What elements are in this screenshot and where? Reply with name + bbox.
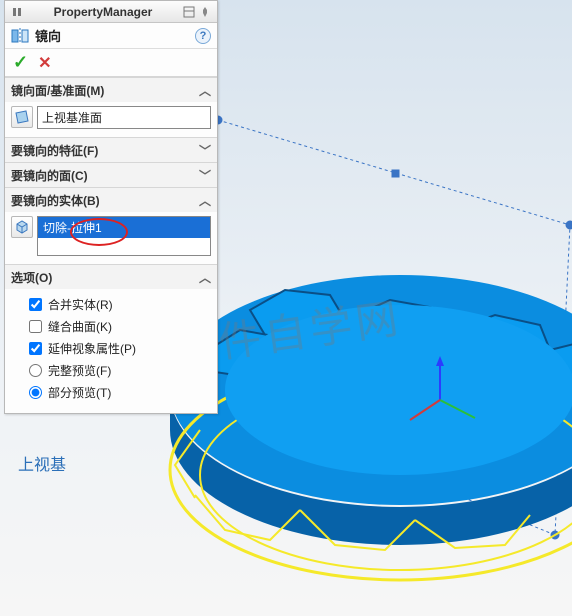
- knit-surfaces-label: 缝合曲面(K): [48, 318, 112, 335]
- extend-visual-label: 延伸视象属性(P): [48, 340, 136, 357]
- property-manager-panel: PropertyManager 镜向 ? ✓ ✕ 镜向面/基准面(M) ︿: [4, 0, 218, 414]
- chevron-up-icon: ︿: [199, 82, 211, 99]
- bodies-selected-item[interactable]: 切除-拉伸1: [38, 217, 210, 238]
- help-icon[interactable]: ?: [195, 28, 211, 44]
- section-title-mirror-plane: 镜向面/基准面(M): [11, 82, 104, 99]
- ok-button[interactable]: ✓: [13, 52, 28, 73]
- plane-icon[interactable]: [11, 106, 33, 128]
- merge-bodies-label: 合并实体(R): [48, 296, 113, 313]
- section-header-mirror-plane[interactable]: 镜向面/基准面(M) ︿: [5, 78, 217, 102]
- feature-label: 镜向: [35, 26, 61, 45]
- section-options: 选项(O) ︿ 合并实体(R) 缝合曲面(K) 延伸视象属性(P) 完整预览(F…: [5, 264, 217, 413]
- feature-title-row: 镜向 ?: [5, 23, 217, 49]
- section-header-options[interactable]: 选项(O) ︿: [5, 265, 217, 289]
- section-title-bodies: 要镜向的实体(B): [11, 192, 100, 209]
- section-faces: 要镜向的面(C) ﹀: [5, 162, 217, 187]
- confirm-row: ✓ ✕: [5, 49, 217, 77]
- section-header-faces[interactable]: 要镜向的面(C) ﹀: [5, 163, 217, 187]
- section-header-features[interactable]: 要镜向的特征(F) ﹀: [5, 138, 217, 162]
- option-merge-bodies[interactable]: 合并实体(R): [29, 293, 211, 315]
- partial-preview-radio[interactable]: [29, 386, 42, 399]
- full-preview-radio[interactable]: [29, 364, 42, 377]
- section-mirror-plane: 镜向面/基准面(M) ︿ 上视基准面: [5, 77, 217, 137]
- cancel-button[interactable]: ✕: [38, 53, 51, 73]
- option-partial-preview[interactable]: 部分预览(T): [29, 381, 211, 403]
- expand-icon[interactable]: [181, 4, 197, 20]
- plane-label-text: 上视基: [18, 456, 66, 474]
- mirror-plane-value: 上视基准面: [42, 111, 102, 125]
- merge-bodies-checkbox[interactable]: [29, 298, 42, 311]
- option-knit-surfaces[interactable]: 缝合曲面(K): [29, 315, 211, 337]
- chevron-down-icon: ﹀: [199, 167, 211, 184]
- full-preview-label: 完整预览(F): [48, 362, 111, 379]
- option-extend-visual[interactable]: 延伸视象属性(P): [29, 337, 211, 359]
- bodies-listbox[interactable]: 切除-拉伸1: [37, 216, 211, 256]
- section-title-features: 要镜向的特征(F): [11, 142, 98, 159]
- section-header-bodies[interactable]: 要镜向的实体(B) ︿: [5, 188, 217, 212]
- section-title-options: 选项(O): [11, 269, 52, 286]
- section-bodies: 要镜向的实体(B) ︿ 切除-拉伸1: [5, 187, 217, 264]
- chevron-up-icon: ︿: [199, 269, 211, 286]
- extend-visual-checkbox[interactable]: [29, 342, 42, 355]
- section-title-faces: 要镜向的面(C): [11, 167, 88, 184]
- mirror-feature-icon: [11, 27, 29, 45]
- chevron-up-icon: ︿: [199, 192, 211, 209]
- option-full-preview[interactable]: 完整预览(F): [29, 359, 211, 381]
- pm-header: PropertyManager: [5, 1, 217, 23]
- section-features: 要镜向的特征(F) ﹀: [5, 137, 217, 162]
- chevron-down-icon: ﹀: [199, 142, 211, 159]
- mirror-plane-listbox[interactable]: 上视基准面: [37, 106, 211, 129]
- pin-left-icon[interactable]: [9, 4, 25, 20]
- pm-title: PropertyManager: [25, 5, 181, 19]
- partial-preview-label: 部分预览(T): [48, 384, 111, 401]
- pushpin-icon[interactable]: [197, 4, 213, 20]
- knit-surfaces-checkbox[interactable]: [29, 320, 42, 333]
- body-icon[interactable]: [11, 216, 33, 238]
